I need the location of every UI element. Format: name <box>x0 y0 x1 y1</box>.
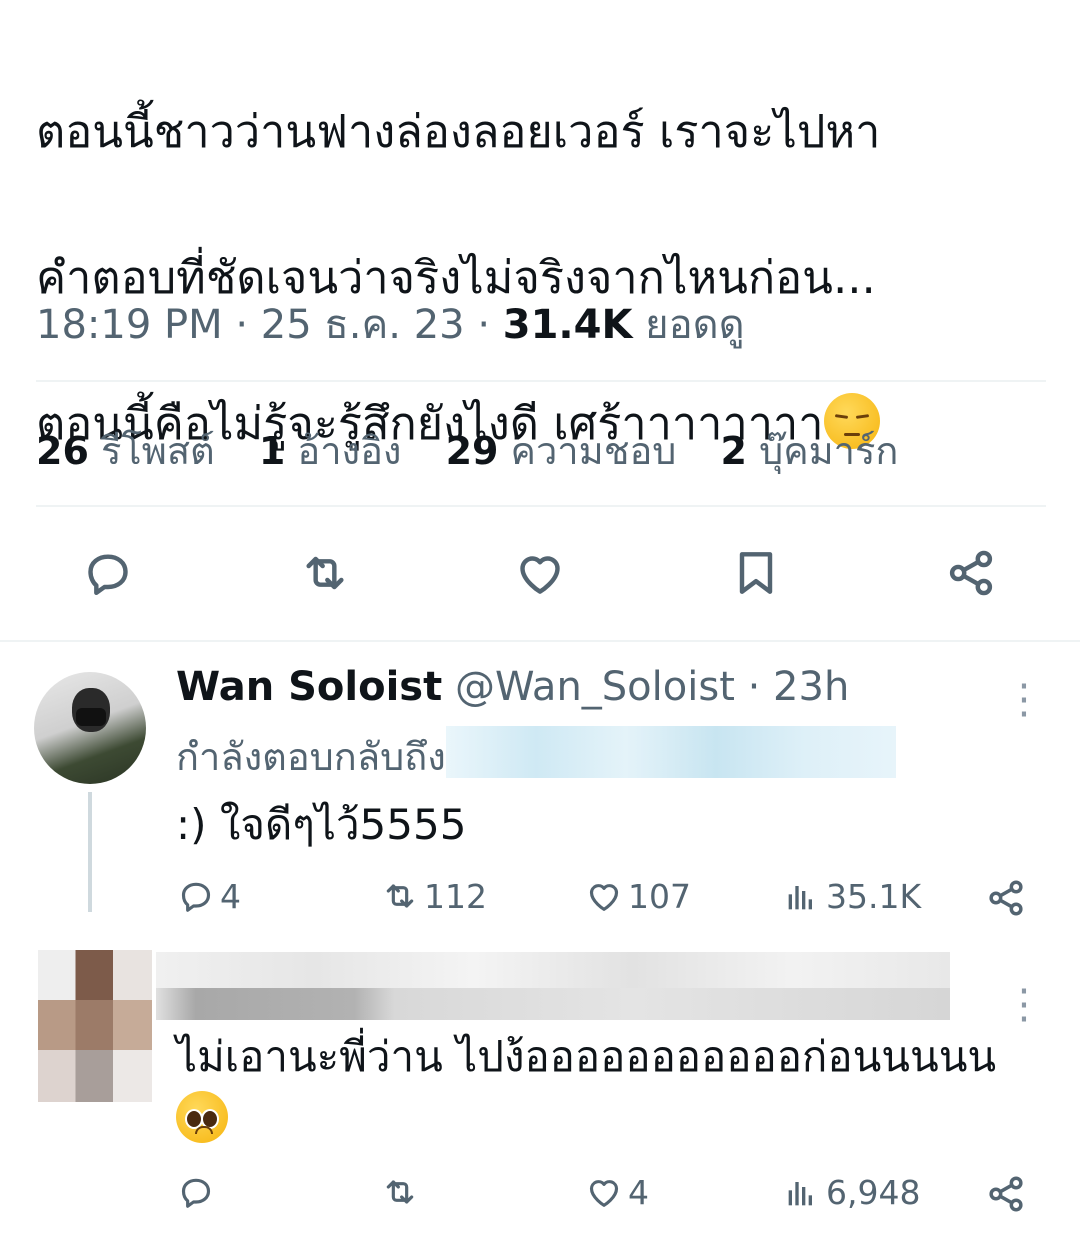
tweet-text-line: ตอนนี้ชาวว่านฟางล่องลอยเวอร์ เราจะไปหา <box>36 105 881 158</box>
pleading-face-icon <box>176 1091 228 1143</box>
avatar[interactable] <box>34 672 146 784</box>
view-count-label: ยอดดู <box>645 302 745 348</box>
bookmark-icon[interactable] <box>728 545 784 601</box>
display-name[interactable]: Wan Soloist <box>176 664 442 710</box>
engagement-stats: 26 รีโพสต์ 1 อ้างอิง 29 ความชอบ 2 บุ๊คมา… <box>36 420 930 481</box>
reply-text-line: ไม่เอานะพี่ว่าน ไปง้อออออออออออก่อนนนนน <box>176 1032 997 1081</box>
tweet-time[interactable]: 18:19 PM <box>36 302 223 348</box>
tweet-date[interactable]: 25 ธ.ค. 23 <box>261 302 465 348</box>
view-count-button[interactable]: 6,948 <box>782 1172 920 1212</box>
reply-icon[interactable] <box>80 545 136 601</box>
like-count-button[interactable]: 107 <box>584 876 691 916</box>
repost-count: 112 <box>424 876 487 916</box>
divider <box>36 505 1046 507</box>
repost-count-button[interactable] <box>380 1172 424 1212</box>
tweet-meta: 18:19 PM · 25 ธ.ค. 23 · 31.4K ยอดดู <box>36 292 745 356</box>
divider <box>36 380 1046 382</box>
view-count: 6,948 <box>826 1172 921 1212</box>
like-count: 4 <box>628 1172 649 1212</box>
reposts-stat[interactable]: 26 รีโพสต์ <box>36 429 215 473</box>
redacted-handle <box>445 726 896 778</box>
share-icon[interactable] <box>984 1172 1028 1216</box>
like-icon <box>589 884 619 911</box>
meta-separator: · <box>477 302 491 348</box>
view-count-button[interactable]: 35.1K <box>782 876 921 916</box>
like-count-button[interactable]: 4 <box>584 1172 649 1212</box>
replying-to: กำลังตอบกลับถึง <box>176 726 896 787</box>
repost-icon <box>386 884 414 908</box>
avatar[interactable] <box>38 950 152 1102</box>
bookmarks-stat[interactable]: 2 บุ๊คมาร์ก <box>721 429 899 473</box>
likes-stat[interactable]: 29 ความชอบ <box>446 429 677 473</box>
repost-icon <box>386 1180 414 1204</box>
reply-text: ไม่เอานะพี่ว่าน ไปง้อออออออออออก่อนนนนน <box>176 1026 996 1150</box>
thread-line <box>88 792 92 912</box>
divider <box>0 640 1080 642</box>
more-options-icon[interactable]: · · · <box>1014 667 1034 735</box>
user-handle[interactable]: @Wan_Soloist <box>455 664 735 710</box>
repost-count-button[interactable]: 112 <box>380 876 487 916</box>
reply-count: 4 <box>220 876 241 916</box>
quotes-stat[interactable]: 1 อ้างอิง <box>259 429 402 473</box>
like-icon[interactable] <box>512 545 568 601</box>
analytics-icon <box>788 886 812 910</box>
like-icon <box>589 1180 619 1207</box>
share-icon[interactable] <box>943 545 999 601</box>
reply-header: Wan Soloist @Wan_Soloist · 23h <box>176 664 849 710</box>
share-icon[interactable] <box>984 876 1028 920</box>
meta-separator: · <box>235 302 249 348</box>
reply-count-button[interactable]: 4 <box>176 876 241 916</box>
like-count: 107 <box>628 876 691 916</box>
redacted-handle <box>156 988 950 1020</box>
reply-age: 23h <box>773 664 850 710</box>
redacted-display-name <box>156 952 950 990</box>
view-count: 31.4K <box>502 302 633 348</box>
repost-icon[interactable] <box>297 545 353 601</box>
reply-icon <box>181 1178 211 1208</box>
meta-separator: · <box>747 664 761 710</box>
more-options-icon[interactable]: · · · <box>1014 972 1034 1040</box>
view-count: 35.1K <box>826 876 922 916</box>
analytics-icon <box>788 1182 812 1206</box>
reply-count-button[interactable] <box>176 1172 220 1212</box>
reply-icon <box>181 882 211 912</box>
replying-to-label: กำลังตอบกลับถึง <box>176 735 446 779</box>
reply-text: :) ใจดีๆไว้5555 <box>176 800 467 849</box>
